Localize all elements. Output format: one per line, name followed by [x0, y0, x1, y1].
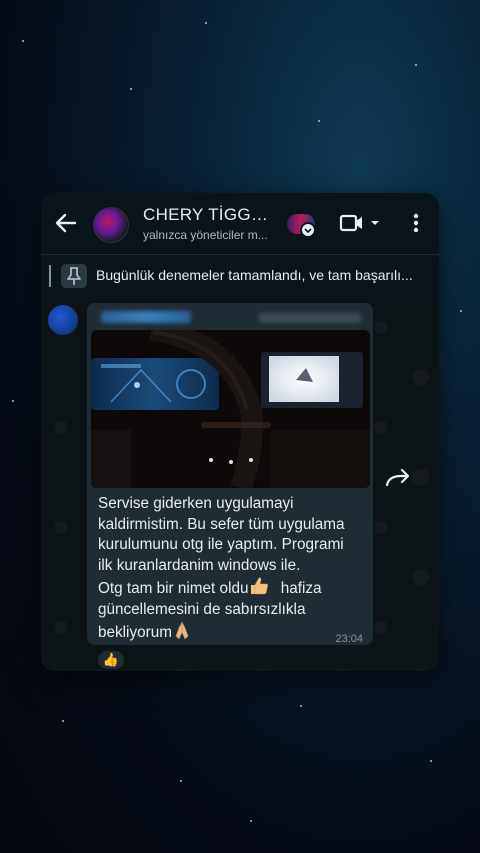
star [300, 705, 302, 707]
message-line-with-emoji: Otg tam bir nimet oldu hafiza [98, 576, 366, 600]
message-line: kurulumunu otg ile yaptım. Programi [98, 536, 344, 553]
message-photo[interactable] [91, 330, 370, 488]
star [460, 310, 462, 312]
message-timestamp: 23:04 [335, 633, 363, 645]
message-line-tail: hafiza [280, 580, 322, 597]
message-line: güncellemesini de sabırsızlıkla [98, 600, 306, 618]
back-button[interactable] [53, 211, 79, 235]
message-reaction[interactable]: 👍 [96, 649, 126, 671]
message-line: kaldirmistim. Bu sefer tüm uygulama [98, 515, 345, 533]
star [205, 22, 207, 24]
pin-icon-container [61, 264, 87, 288]
pinned-message-text: Bugünlük denemeler tamamlandı, ve tam ba… [96, 267, 413, 283]
message-line: bekliyorum [98, 624, 172, 641]
video-call-icon [339, 214, 379, 232]
message-line: Otg tam bir nimet oldu [98, 580, 249, 597]
star [130, 88, 132, 90]
pinned-message-bar[interactable]: Bugünlük denemeler tamamlandı, ve tam ba… [41, 254, 439, 298]
sender-name-redacted [101, 311, 191, 323]
car-interior-photo [91, 330, 370, 488]
group-avatar[interactable] [93, 207, 129, 243]
pin-icon [67, 267, 81, 285]
thumbs-up-icon [251, 577, 269, 595]
arrow-left-icon [55, 213, 77, 233]
video-call-button[interactable] [339, 211, 385, 235]
chat-subtitle[interactable]: yalnızca yöneticiler m... [143, 228, 275, 242]
forward-button[interactable] [381, 465, 417, 491]
star [415, 64, 417, 66]
sender-phone-redacted [259, 313, 361, 323]
whatsapp-chat-card: CHERY TİGGO... yalnızca yöneticiler m... [41, 193, 439, 671]
chat-area: Servise giderken uygulamayi kaldirmistim… [41, 297, 439, 671]
star [250, 820, 252, 822]
more-vert-icon [413, 213, 419, 233]
thumbs-up-reaction-icon: 👍 [102, 652, 120, 667]
more-options-button[interactable] [407, 211, 425, 235]
forward-icon [385, 468, 410, 487]
folded-hands-icon [175, 621, 189, 640]
message-line: Servise giderken uygulamayi [98, 495, 294, 512]
star [22, 40, 24, 42]
star [62, 720, 64, 722]
pinned-indicator [49, 265, 51, 287]
message-text: Servise giderken uygulamayi kaldirmistim… [98, 494, 366, 644]
sender-avatar[interactable] [48, 305, 78, 335]
message-line-with-emoji: bekliyorum [98, 620, 366, 644]
chevron-down-badge-icon[interactable] [300, 222, 316, 238]
chat-title[interactable]: CHERY TİGGO... [143, 205, 273, 225]
star [12, 400, 14, 402]
message-bubble[interactable]: Servise giderken uygulamayi kaldirmistim… [87, 303, 373, 645]
chat-header: CHERY TİGGO... yalnızca yöneticiler m... [41, 193, 439, 253]
star [430, 760, 432, 762]
star [318, 120, 320, 122]
message-line: ilk kuranlardanim windows ile. [98, 556, 301, 574]
star [180, 780, 182, 782]
